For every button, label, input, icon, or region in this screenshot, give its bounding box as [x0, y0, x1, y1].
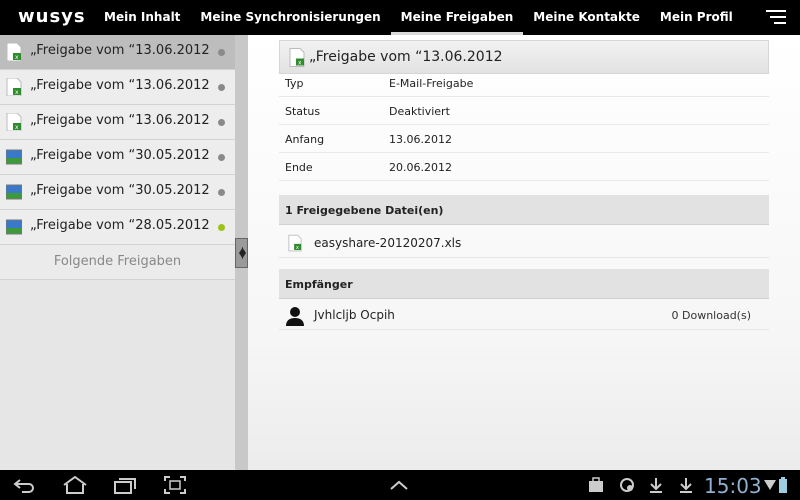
info-value: 13.06.2012 [389, 133, 452, 146]
info-key: Anfang [285, 133, 325, 146]
svg-text:x: x [15, 89, 19, 96]
status-dot [218, 224, 225, 231]
person-icon [286, 307, 304, 326]
list-item[interactable]: „Freigabe vom “28.05.2012 [0, 210, 235, 245]
image-file-icon [6, 149, 22, 165]
files-section-header: 1 Freigegebene Datei(en) [279, 195, 769, 225]
system-clock: 15:03 [704, 474, 762, 498]
list-item[interactable]: x „Freigabe vom “13.06.2012 [0, 105, 235, 140]
main-nav: Mein Inhalt Meine Synchronisierungen Mei… [94, 0, 743, 35]
info-value: 20.06.2012 [389, 161, 452, 174]
info-row-anfang: Anfang 13.06.2012 [279, 126, 769, 153]
detail-panel: x „Freigabe vom “13.06.2012 Typ E-Mail-F… [248, 35, 800, 470]
nav-meine-freigaben[interactable]: Meine Freigaben [390, 0, 524, 35]
nav-mein-inhalt[interactable]: Mein Inhalt [94, 0, 190, 35]
back-icon[interactable] [12, 476, 36, 494]
list-item-label: „Freigabe vom “30.05.2012 [30, 148, 210, 163]
shared-file-row[interactable]: x easyshare-20120207.xls [279, 228, 769, 258]
briefcase-icon [589, 477, 603, 492]
download-icon [650, 478, 662, 493]
excel-file-icon: x [6, 113, 22, 131]
home-icon[interactable] [62, 476, 88, 494]
status-dot [218, 84, 225, 91]
status-dot [218, 154, 225, 161]
list-item[interactable]: x „Freigabe vom “13.06.2012 [0, 70, 235, 105]
excel-file-icon: x [6, 78, 22, 96]
list-item[interactable]: „Freigabe vom “30.05.2012 [0, 140, 235, 175]
more-shares-button[interactable]: Folgende Freigaben [0, 245, 235, 280]
splitter-handle[interactable] [235, 238, 248, 268]
list-item-label: „Freigabe vom “13.06.2012 [30, 78, 210, 93]
svg-text:x: x [15, 54, 19, 61]
nav-mein-profil[interactable]: Mein Profil [650, 0, 743, 35]
list-item-label: „Freigabe vom “13.06.2012 [30, 113, 210, 128]
app-logo[interactable]: wusys [18, 6, 86, 27]
detail-header: x „Freigabe vom “13.06.2012 [279, 40, 769, 74]
wifi-icon [764, 480, 776, 490]
info-key: Typ [285, 77, 304, 90]
file-name: easyshare-20120207.xls [314, 236, 462, 250]
info-row-typ: Typ E-Mail-Freigabe [279, 70, 769, 97]
excel-file-icon: x [289, 48, 305, 67]
info-key: Status [285, 105, 321, 118]
svg-text:x: x [298, 60, 302, 67]
status-dot [218, 119, 225, 126]
svg-text:x: x [296, 245, 299, 251]
top-nav-bar: wusys Mein Inhalt Meine Synchronisierung… [0, 0, 800, 35]
screenshot-icon[interactable] [164, 476, 186, 494]
info-value: Deaktiviert [389, 105, 450, 118]
list-item-label: „Freigabe vom “30.05.2012 [30, 183, 210, 198]
recipients-section-header: Empfänger [279, 269, 769, 299]
recipient-downloads: 0 Download(s) [671, 309, 752, 322]
recipient-row[interactable]: Jvhlcljb Ocpih 0 Download(s) [279, 300, 769, 330]
image-file-icon [6, 184, 22, 200]
list-item[interactable]: x „Freigabe vom “13.06.2012 [0, 35, 235, 70]
nav-meine-kontakte[interactable]: Meine Kontakte [523, 0, 650, 35]
info-value: E-Mail-Freigabe [389, 77, 474, 90]
info-key: Ende [285, 161, 313, 174]
recipient-name: Jvhlcljb Ocpih [314, 308, 395, 322]
battery-icon [779, 477, 787, 493]
list-item-label: „Freigabe vom “13.06.2012 [30, 43, 210, 58]
share-list: x „Freigabe vom “13.06.2012 x „Freigabe … [0, 35, 236, 470]
info-row-ende: Ende 20.06.2012 [279, 154, 769, 181]
info-row-status: Status Deaktiviert [279, 98, 769, 125]
sync-icon [620, 478, 634, 492]
chevron-up-icon[interactable] [388, 476, 410, 494]
image-file-icon [6, 219, 22, 235]
status-dot [218, 49, 225, 56]
status-dot [218, 189, 225, 196]
recipients-section-label: Empfänger [285, 278, 353, 291]
svg-text:x: x [15, 124, 19, 131]
nav-meine-synchronisierungen[interactable]: Meine Synchronisierungen [190, 0, 390, 35]
excel-file-icon: x [288, 234, 302, 252]
system-bar: 15:03 [0, 470, 800, 500]
menu-icon[interactable] [766, 10, 786, 25]
files-section-label: 1 Freigegebene Datei(en) [285, 204, 444, 217]
detail-title: „Freigabe vom “13.06.2012 [309, 49, 503, 65]
download-icon [680, 478, 692, 493]
excel-file-icon: x [6, 43, 22, 61]
list-item-label: „Freigabe vom “28.05.2012 [30, 218, 210, 233]
list-item[interactable]: „Freigabe vom “30.05.2012 [0, 175, 235, 210]
recent-apps-icon[interactable] [114, 476, 136, 494]
